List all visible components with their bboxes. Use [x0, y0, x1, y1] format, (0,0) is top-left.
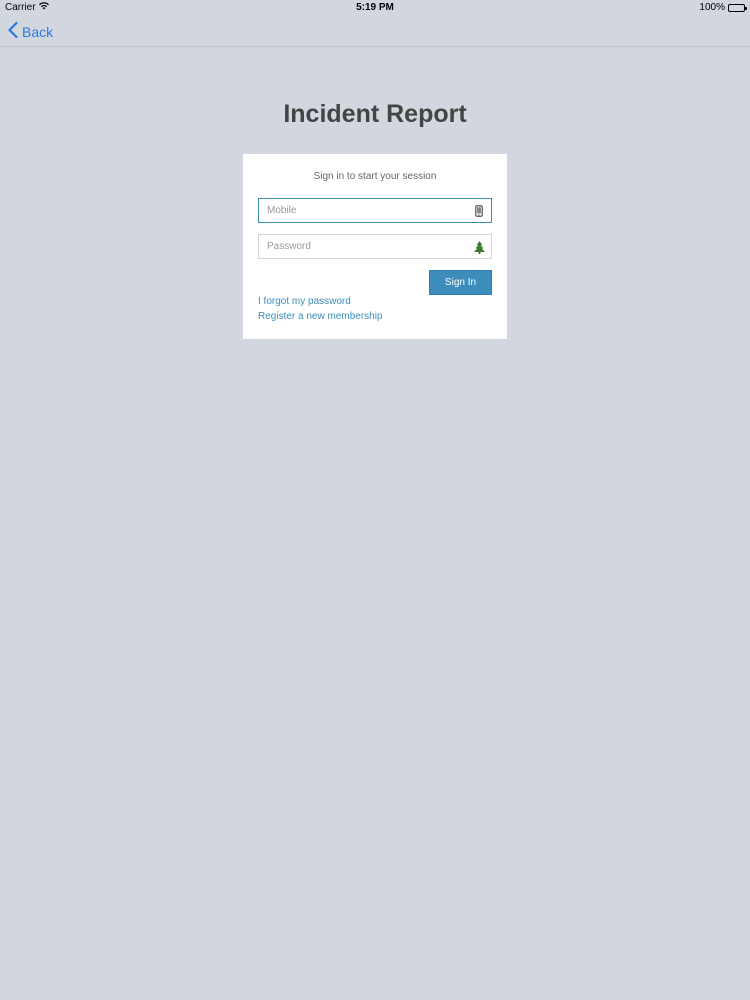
status-bar: Carrier 5:19 PM 100%: [0, 0, 750, 16]
password-field: [258, 234, 492, 259]
mobile-input[interactable]: [259, 199, 469, 222]
forgot-password-link[interactable]: I forgot my password: [258, 296, 351, 307]
password-input[interactable]: [259, 235, 469, 258]
back-button[interactable]: Back: [8, 21, 54, 41]
tree-icon: [472, 240, 486, 254]
navigation-bar: Back: [0, 16, 750, 47]
sign-in-button[interactable]: Sign In: [429, 270, 492, 295]
chevron-left-icon: [8, 21, 18, 41]
register-link[interactable]: Register a new membership: [258, 311, 383, 322]
login-box: Sign in to start your session Sign In I …: [243, 154, 507, 339]
battery-icon: [728, 3, 747, 12]
mobile-phone-icon: [472, 204, 486, 218]
back-label: Back: [22, 23, 54, 40]
page-title: Incident Report: [283, 100, 467, 128]
battery-info: 100%: [699, 2, 747, 13]
status-time: 5:19 PM: [356, 2, 394, 13]
battery-percent: 100%: [699, 2, 725, 13]
login-message: Sign in to start your session: [313, 171, 437, 182]
mobile-field: [258, 198, 492, 223]
